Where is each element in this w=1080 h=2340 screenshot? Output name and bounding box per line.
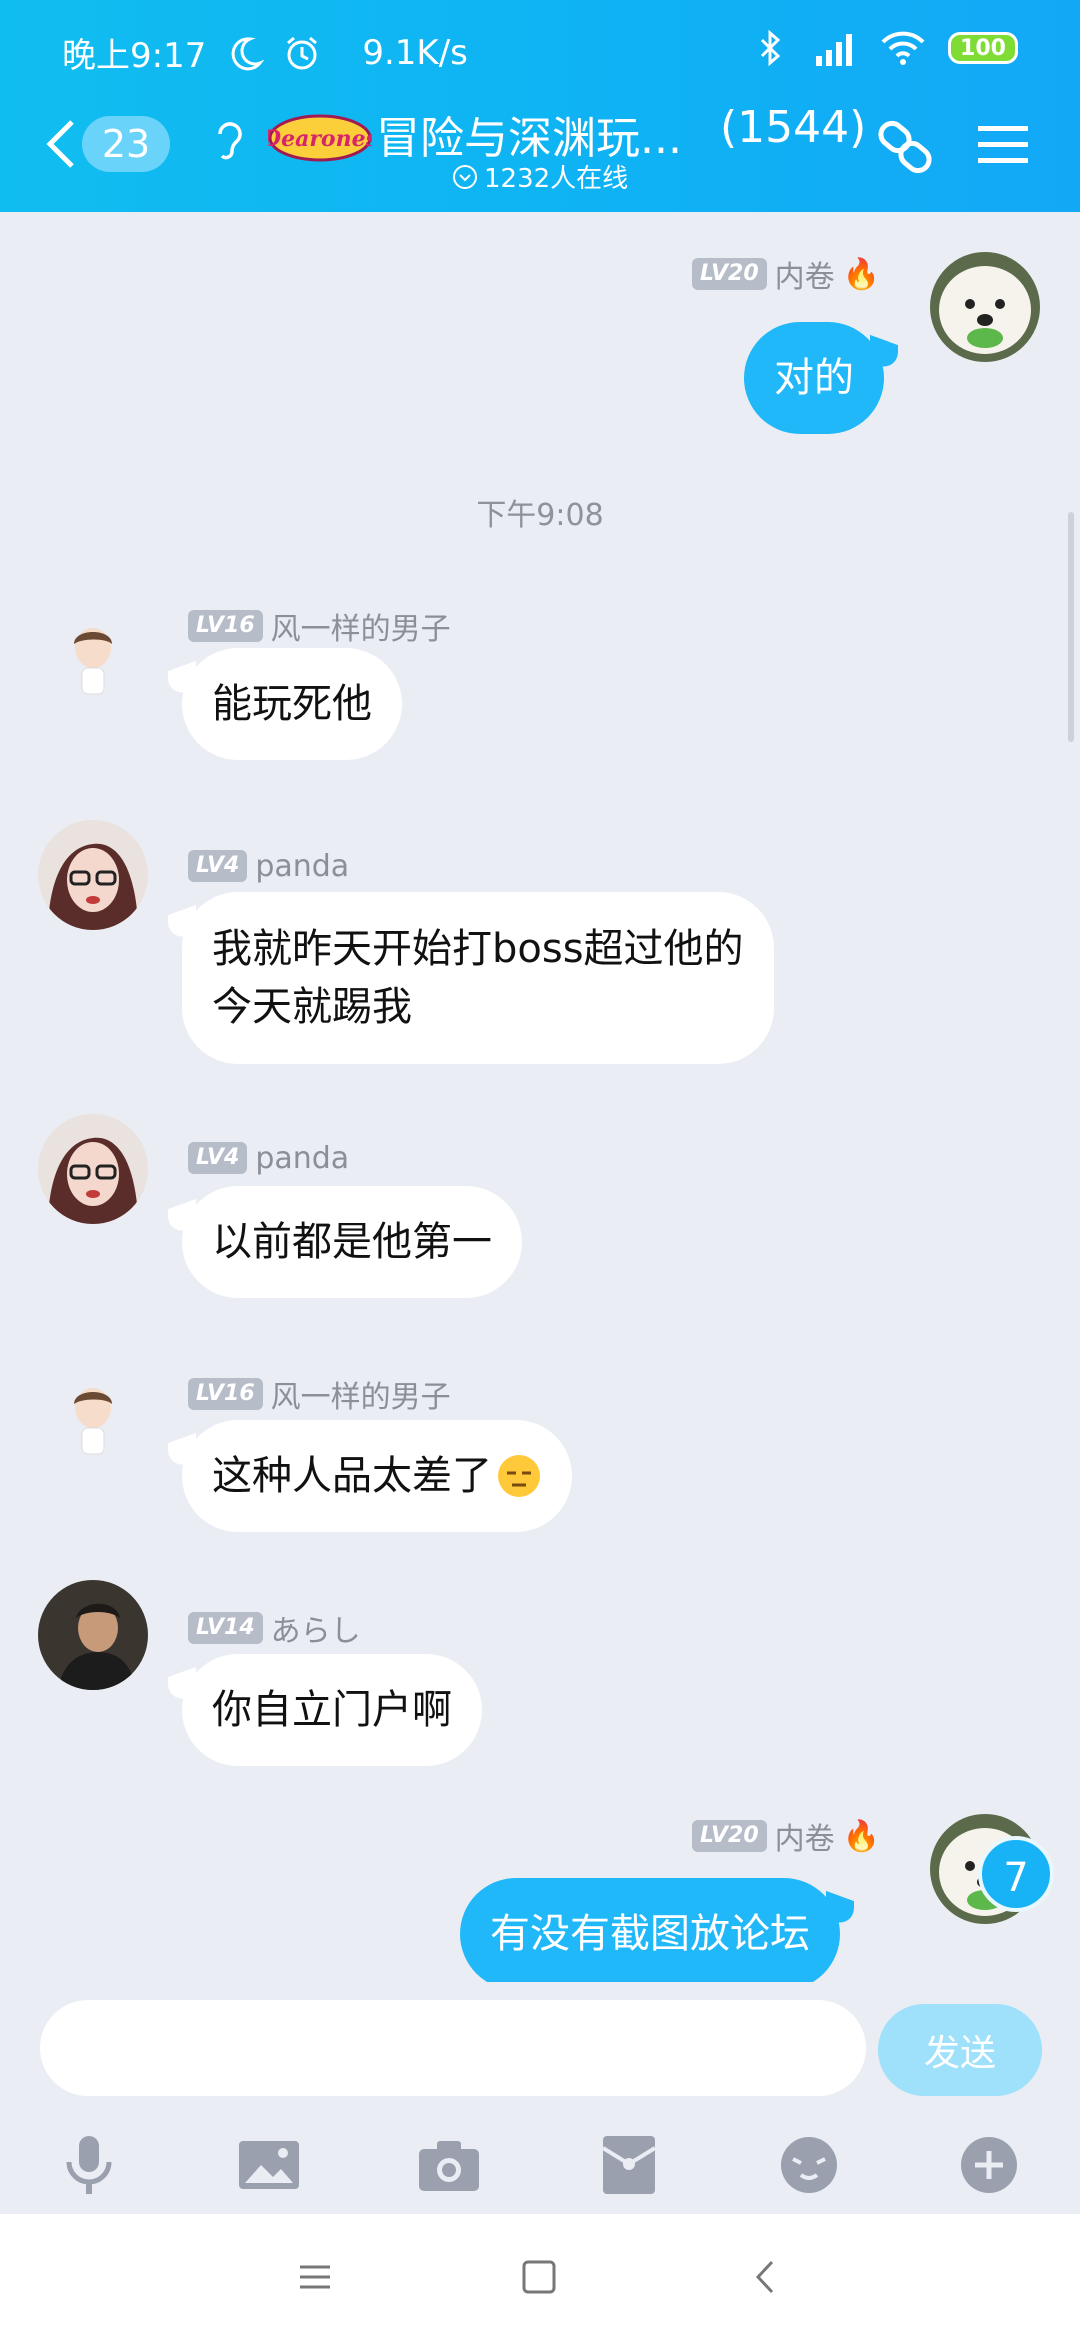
alarm-icon	[287, 36, 318, 69]
bluetooth-icon	[760, 29, 781, 67]
chevron-down-circle-icon	[453, 164, 477, 189]
message-bubble[interactable]: 有没有截图放论坛	[460, 1878, 840, 1982]
message-meta: LV20 内卷 🔥	[692, 256, 880, 295]
level-badge: LV20	[692, 1820, 767, 1852]
online-status[interactable]: 1232人在线	[452, 158, 628, 195]
scrollbar[interactable]	[1068, 512, 1074, 742]
message-text-line2: 今天就踢我	[212, 984, 412, 1030]
avatar[interactable]	[38, 1114, 148, 1224]
sender-name: あらし	[270, 1614, 361, 1649]
avatar[interactable]	[38, 602, 148, 712]
sender-name: panda	[255, 1140, 350, 1176]
message-text: 对的	[774, 355, 854, 401]
unread-count-badge[interactable]: 23	[82, 116, 170, 172]
message-text: 你自立门户啊	[212, 1687, 452, 1733]
panda-avatar-image	[38, 820, 148, 930]
message-bubble[interactable]: 这种人品太差了	[182, 1420, 572, 1532]
message-input[interactable]	[40, 2000, 866, 2096]
man-avatar-image	[38, 1580, 148, 1690]
link-icon[interactable]	[870, 112, 940, 182]
group-title[interactable]: 冒险与深渊玩...	[376, 102, 682, 166]
message-meta: LV16 风一样的男子	[188, 1376, 451, 1415]
message-meta: LV4 panda	[188, 848, 349, 884]
level-badge: LV20	[692, 258, 767, 290]
title-bar: 23 Dearones 冒险与深渊玩... (1544) 1232人在线	[0, 92, 1080, 212]
message-bubble[interactable]: 你自立门户啊	[182, 1654, 482, 1766]
image-icon[interactable]	[234, 2130, 304, 2200]
sender-name: 内卷	[774, 1822, 835, 1857]
message-meta: LV14 あらし	[188, 1610, 361, 1649]
system-nav-bar	[0, 2214, 1080, 2340]
message-meta: LV4 panda	[188, 1140, 349, 1176]
microphone-icon[interactable]	[54, 2130, 124, 2200]
status-time: 晚上9:17	[62, 36, 207, 76]
message-meta: LV16 风一样的男子	[188, 608, 451, 647]
red-packet-icon[interactable]	[594, 2130, 664, 2200]
home-icon[interactable]	[514, 2252, 564, 2302]
level-badge: LV4	[188, 850, 248, 882]
boy-avatar-image	[74, 628, 112, 695]
message-timestamp: 下午9:08	[476, 498, 604, 533]
status-bar: 晚上9:17 9.1K/s 100	[0, 20, 1080, 78]
back-icon[interactable]	[740, 2252, 790, 2302]
send-button[interactable]: 发送	[878, 2004, 1042, 2096]
level-badge: LV16	[188, 1378, 263, 1410]
menu-icon[interactable]	[976, 120, 1030, 170]
plus-icon[interactable]	[954, 2130, 1024, 2200]
message-text: 以前都是他第一	[212, 1219, 492, 1265]
level-badge: LV14	[188, 1612, 263, 1644]
chat-area[interactable]: LV20 内卷 🔥 对的 下午9:08 LV16 风一样的男子 能玩死他 LV4…	[0, 212, 1080, 1982]
online-count: 1232人在线	[484, 164, 629, 194]
message-meta: LV20 内卷 🔥	[692, 1818, 880, 1857]
back-arrow-icon[interactable]	[42, 114, 82, 174]
group-logo: Dearones	[268, 114, 372, 162]
sender-name: 风一样的男子	[270, 612, 451, 647]
message-bubble[interactable]: 对的	[744, 322, 884, 434]
message-text: 能玩死他	[212, 681, 372, 727]
avatar[interactable]	[38, 820, 148, 930]
recent-apps-icon[interactable]	[290, 2252, 340, 2302]
new-message-count-badge[interactable]: 7	[978, 1836, 1054, 1912]
panda-avatar-image	[38, 1114, 148, 1224]
network-speed: 9.1K/s	[362, 32, 468, 73]
input-toolbar	[0, 2130, 1080, 2200]
message-bubble[interactable]: 我就昨天开始打boss超过他的 今天就踢我	[182, 892, 774, 1064]
camera-icon[interactable]	[414, 2130, 484, 2200]
sender-name: 风一样的男子	[270, 1380, 451, 1415]
message-bubble[interactable]: 以前都是他第一	[182, 1186, 522, 1298]
ear-icon[interactable]	[208, 112, 248, 172]
svg-text:Dearones: Dearones	[268, 126, 372, 152]
fire-icon: 🔥	[842, 1818, 880, 1854]
emoji-icon[interactable]	[774, 2130, 844, 2200]
signal-icon	[816, 34, 852, 66]
app-header: 晚上9:17 9.1K/s 100 23 Dearones 冒险与深渊玩... …	[0, 0, 1080, 212]
avatar[interactable]	[38, 1362, 148, 1472]
message-text: 这种人品太差了	[212, 1453, 492, 1499]
level-badge: LV16	[188, 610, 263, 642]
message-text: 有没有截图放论坛	[490, 1911, 810, 1957]
dog-avatar-image	[930, 252, 1040, 362]
input-bar: 发送	[0, 1982, 1080, 2214]
avatar[interactable]	[930, 252, 1040, 362]
wifi-icon	[881, 31, 925, 65]
moon-icon	[231, 36, 265, 70]
boy-avatar-image	[74, 1388, 112, 1455]
message-text-line1: 我就昨天开始打boss超过他的	[212, 926, 744, 972]
sleepy-emoji-icon	[498, 1455, 540, 1497]
sender-name: panda	[255, 848, 350, 884]
level-badge: LV4	[188, 1142, 248, 1174]
avatar[interactable]	[38, 1580, 148, 1690]
message-bubble[interactable]: 能玩死他	[182, 648, 402, 760]
fire-icon: 🔥	[842, 256, 880, 292]
battery-indicator: 100	[948, 32, 1018, 64]
sender-name: 内卷	[774, 260, 835, 295]
member-count[interactable]: (1544)	[720, 102, 866, 153]
